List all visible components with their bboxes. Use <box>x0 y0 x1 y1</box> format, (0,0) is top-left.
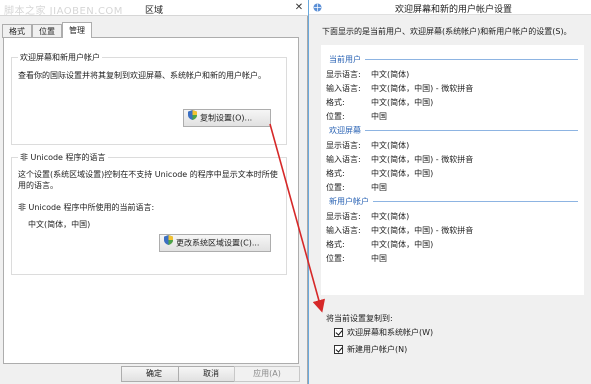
tab-location[interactable]: 位置 <box>32 24 62 38</box>
region-window: 脚本之家 JIAOBEN.COM 区域 ✕ 格式 位置 管理 欢迎屏幕和新用户帐… <box>0 0 308 384</box>
welcome-settings-window: 欢迎屏幕和新的用户帐户设置 下面显示的是当前用户、欢迎屏幕(系统帐户)和新用户帐… <box>308 0 591 384</box>
close-icon[interactable]: ✕ <box>292 1 306 14</box>
region-window-title: 区域 <box>145 6 164 16</box>
row-value: 中文(简体，中国) <box>371 98 434 107</box>
row-key: 显示语言: <box>326 141 361 150</box>
section-title-welcome-screen: 欢迎屏幕 <box>329 126 361 135</box>
welcome-group: 欢迎屏幕和新用户帐户 查看你的国际设置并将其复制到欢迎屏幕、系统帐户和新的用户帐… <box>11 52 287 145</box>
region-app-icon <box>313 3 322 14</box>
row-key: 位置: <box>326 254 345 263</box>
section-title-current-user: 当前用户 <box>329 55 361 64</box>
unicode-group-label: 非 Unicode 程序的语言 <box>18 152 108 163</box>
welcome-system-accounts-label[interactable]: 欢迎屏幕和系统帐户(W) <box>347 327 433 338</box>
current-language-value: 中文(简体，中国) <box>28 220 91 229</box>
row-key: 位置: <box>326 183 345 192</box>
uac-shield-icon <box>164 235 173 251</box>
change-system-locale-label: 更改系统区域设置(C)... <box>176 238 260 248</box>
row-value: 中国 <box>371 254 387 263</box>
watermark: 脚本之家 JIAOBEN.COM <box>4 6 123 17</box>
row-value: 中文(简体，中国) - 微软拼音 <box>371 226 474 235</box>
settings-window-title: 欢迎屏幕和新的用户帐户设置 <box>395 5 513 15</box>
row-key: 输入语言: <box>326 155 361 164</box>
copy-settings-label: 复制设置(O)... <box>200 113 253 123</box>
row-value: 中文(简体，中国) <box>371 169 434 178</box>
change-system-locale-button[interactable]: 更改系统区域设置(C)... <box>159 234 271 252</box>
region-title-bar: 脚本之家 JIAOBEN.COM 区域 ✕ <box>0 0 308 17</box>
tab-formats[interactable]: 格式 <box>2 24 32 38</box>
section-title-new-user-accounts: 新用户帐户 <box>329 197 369 206</box>
welcome-system-accounts-checkbox[interactable] <box>334 328 343 337</box>
new-user-accounts-checkbox-row[interactable]: 新建用户帐户(N) <box>334 344 407 355</box>
row-value: 中文(简体) <box>371 141 410 150</box>
apply-button[interactable]: 应用(A) <box>234 366 300 382</box>
copy-to-label: 将当前设置复制到: <box>326 314 393 323</box>
row-key: 显示语言: <box>326 70 361 79</box>
row-value: 中文(简体) <box>371 212 410 221</box>
welcome-group-text: 查看你的国际设置并将其复制到欢迎屏幕、系统帐户和新的用户帐户。 <box>18 71 266 80</box>
section-divider <box>365 59 578 60</box>
settings-list: 当前用户 显示语言: 中文(简体) 输入语言: 中文(简体，中国) - 微软拼音… <box>321 45 584 295</box>
new-user-accounts-label[interactable]: 新建用户帐户(N) <box>347 344 407 355</box>
row-key: 显示语言: <box>326 212 361 221</box>
row-key: 位置: <box>326 112 345 121</box>
settings-description: 下面显示的是当前用户、欢迎屏幕(系统帐户)和新用户帐户的设置(S)。 <box>322 27 572 36</box>
new-user-accounts-checkbox[interactable] <box>334 345 343 354</box>
row-key: 格式: <box>326 98 345 107</box>
settings-title-bar: 欢迎屏幕和新的用户帐户设置 <box>309 0 591 15</box>
section-divider <box>373 201 578 202</box>
row-key: 格式: <box>326 169 345 178</box>
row-value: 中文(简体) <box>371 70 410 79</box>
uac-shield-icon <box>188 110 197 126</box>
welcome-system-accounts-checkbox-row[interactable]: 欢迎屏幕和系统帐户(W) <box>334 327 433 338</box>
unicode-text-line2: 用的语言。 <box>18 181 58 190</box>
region-footer: 确定 取消 应用(A) <box>0 364 308 384</box>
administrative-panel: 欢迎屏幕和新用户帐户 查看你的国际设置并将其复制到欢迎屏幕、系统帐户和新的用户帐… <box>3 37 299 364</box>
row-value: 中文(简体，中国) <box>371 240 434 249</box>
region-tabs: 格式 位置 管理 <box>2 22 92 38</box>
tab-administrative[interactable]: 管理 <box>62 22 92 38</box>
row-value: 中国 <box>371 112 387 121</box>
unicode-group: 非 Unicode 程序的语言 这个设置(系统区域设置)控制在不支持 Unico… <box>11 152 287 275</box>
row-key: 格式: <box>326 240 345 249</box>
row-key: 输入语言: <box>326 226 361 235</box>
copy-settings-button[interactable]: 复制设置(O)... <box>183 109 271 127</box>
row-value: 中文(简体，中国) - 微软拼音 <box>371 155 474 164</box>
row-value: 中文(简体，中国) - 微软拼音 <box>371 84 474 93</box>
row-value: 中国 <box>371 183 387 192</box>
current-language-label: 非 Unicode 程序中所使用的当前语言: <box>18 203 155 212</box>
row-key: 输入语言: <box>326 84 361 93</box>
welcome-group-label: 欢迎屏幕和新用户帐户 <box>18 52 102 63</box>
section-divider <box>365 130 578 131</box>
